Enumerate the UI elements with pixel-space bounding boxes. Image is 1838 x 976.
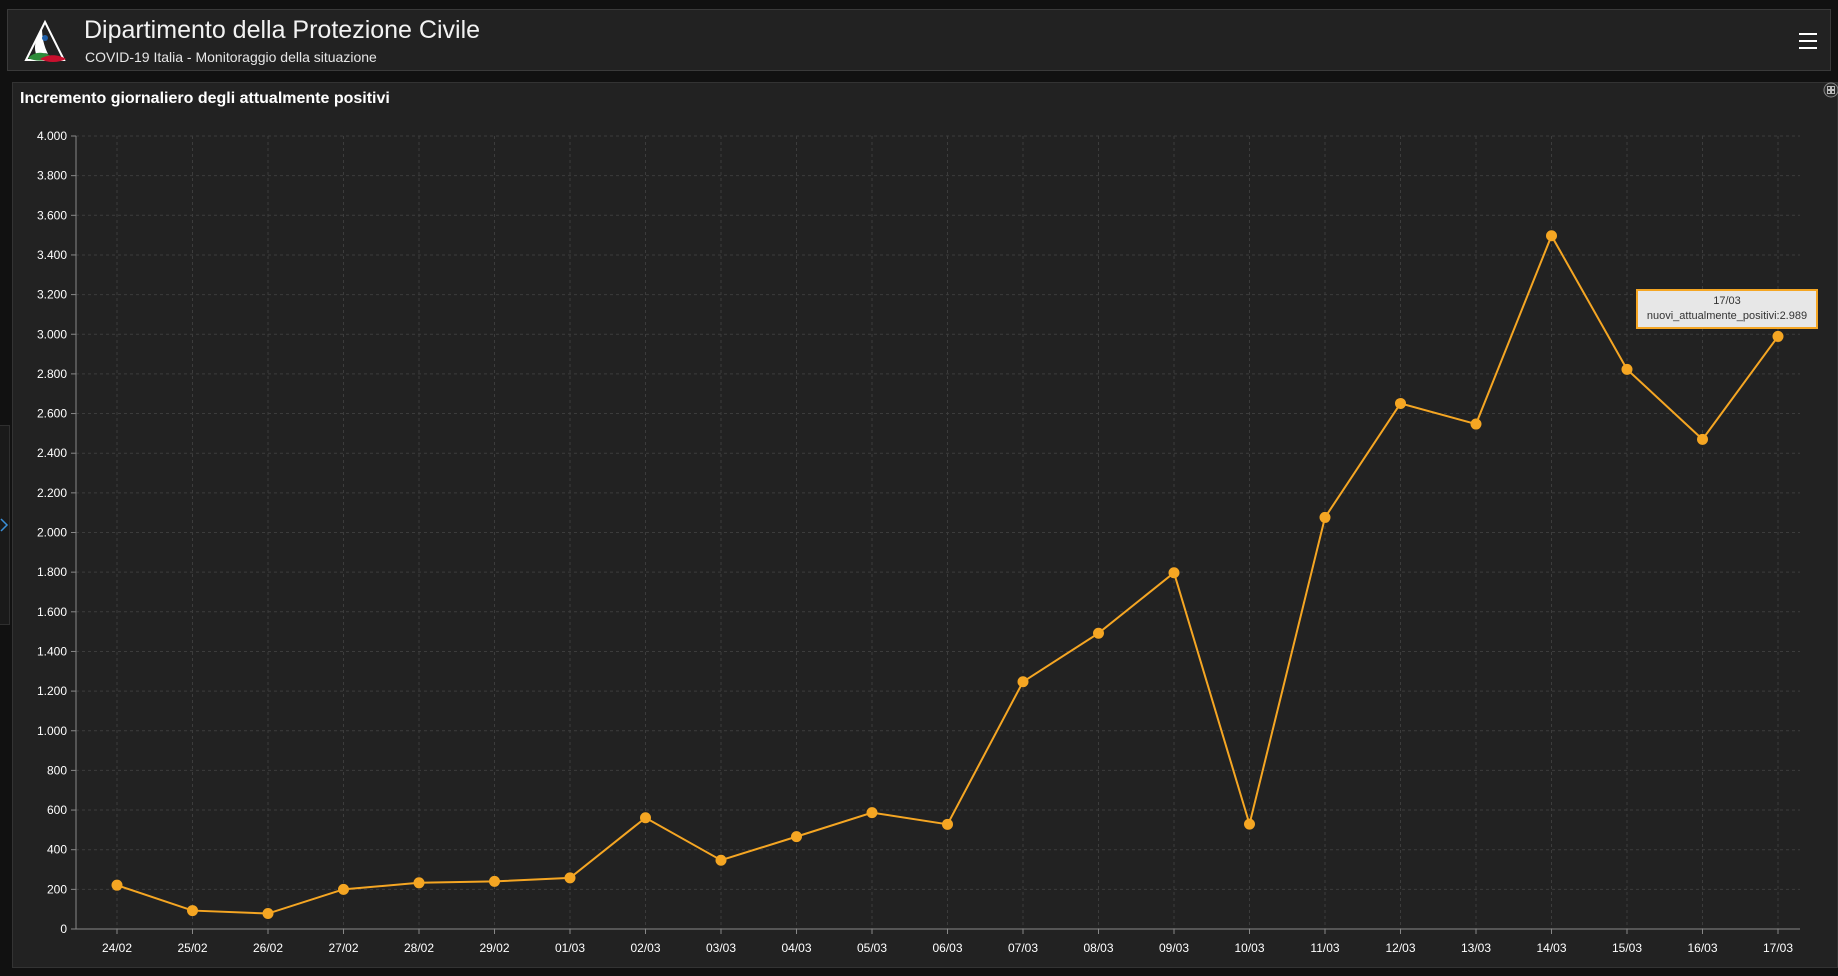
data-point: [640, 812, 651, 824]
data-point: [1168, 567, 1180, 579]
y-tick-label: 200: [47, 882, 67, 896]
x-tick-label: 08/03: [1083, 941, 1113, 955]
data-point: [1244, 818, 1255, 830]
x-tick-label: 05/03: [857, 941, 887, 955]
data-point: [791, 831, 802, 843]
y-tick-label: 2.800: [37, 367, 67, 381]
y-tick-label: 3.400: [37, 248, 67, 262]
data-point: [338, 883, 349, 895]
data-point: [187, 905, 198, 917]
y-tick-label: 3.000: [37, 327, 67, 341]
y-tick-label: 3.800: [37, 169, 67, 183]
x-tick-label: 01/03: [555, 941, 585, 955]
x-tick-label: 09/03: [1159, 941, 1189, 955]
y-tick-label: 800: [47, 763, 67, 777]
y-tick-label: 2.200: [37, 486, 67, 500]
x-tick-label: 15/03: [1612, 941, 1642, 955]
y-tick-label: 2.400: [37, 446, 67, 460]
x-tick-label: 14/03: [1536, 941, 1566, 955]
x-tick-label: 17/03: [1763, 941, 1793, 955]
y-tick-label: 3.600: [37, 208, 67, 222]
tooltip-category: 17/03: [1713, 295, 1741, 307]
y-tick-label: 1.200: [37, 684, 67, 698]
data-point: [1093, 627, 1104, 639]
data-point: [1697, 433, 1708, 445]
y-tick-label: 2.600: [37, 407, 67, 421]
x-tick-label: 26/02: [253, 941, 283, 955]
data-point: [1395, 397, 1406, 409]
data-point: [1319, 511, 1331, 523]
data-point: [1546, 230, 1557, 242]
line-chart: 0 200 400 600 800 1.000 1.200 1.400 1.600 1.800 2.…: [37, 129, 1800, 955]
data-point: [1017, 676, 1029, 688]
x-tick-label: 07/03: [1008, 941, 1038, 955]
y-tick-label: 0: [60, 922, 67, 936]
y-tick-label: 4.000: [37, 129, 67, 143]
x-tick-label: 06/03: [932, 941, 962, 955]
chart-tooltip: 17/03 nuovi_attualmente_positivi:2.989: [1636, 289, 1818, 329]
x-tick-label: 24/02: [102, 941, 132, 955]
data-point: [1621, 363, 1633, 375]
x-tick-label: 28/02: [404, 941, 434, 955]
y-tick-label: 3.200: [37, 288, 67, 302]
y-tick-label: 2.000: [37, 526, 67, 540]
data-point: [489, 875, 500, 887]
chart-grid: [76, 135, 1800, 930]
tooltip-value: nuovi_attualmente_positivi:2.989: [1646, 310, 1808, 322]
data-point: [1772, 330, 1784, 342]
x-tick-label: 29/02: [479, 941, 509, 955]
x-tick-label: 04/03: [781, 941, 811, 955]
data-point: [413, 877, 425, 889]
y-tick-label: 1.800: [37, 565, 67, 579]
y-tick-label: 1.000: [37, 724, 67, 738]
y-tick-label: 1.400: [37, 644, 67, 658]
data-point: [1470, 418, 1482, 430]
y-tick-label: 1.600: [37, 605, 67, 619]
x-tick-label: 13/03: [1461, 941, 1491, 955]
x-tick-label: 12/03: [1385, 941, 1415, 955]
y-tick-label: 600: [47, 803, 67, 817]
x-tick-label: 02/03: [630, 941, 660, 955]
data-point: [866, 807, 878, 819]
chart-axes: 0 200 400 600 800 1.000 1.200 1.400 1.600 1.800 2.…: [37, 129, 1800, 955]
x-tick-label: 03/03: [706, 941, 736, 955]
data-point: [942, 818, 953, 830]
data-point: [111, 879, 123, 891]
x-tick-label: 27/02: [328, 941, 358, 955]
x-tick-label: 11/03: [1310, 941, 1339, 955]
data-point: [564, 872, 576, 884]
data-point: [715, 854, 727, 866]
data-point: [262, 908, 274, 920]
x-tick-label: 25/02: [177, 941, 207, 955]
x-tick-label: 16/03: [1687, 941, 1717, 955]
y-tick-label: 400: [47, 843, 67, 857]
x-tick-label: 10/03: [1234, 941, 1264, 955]
